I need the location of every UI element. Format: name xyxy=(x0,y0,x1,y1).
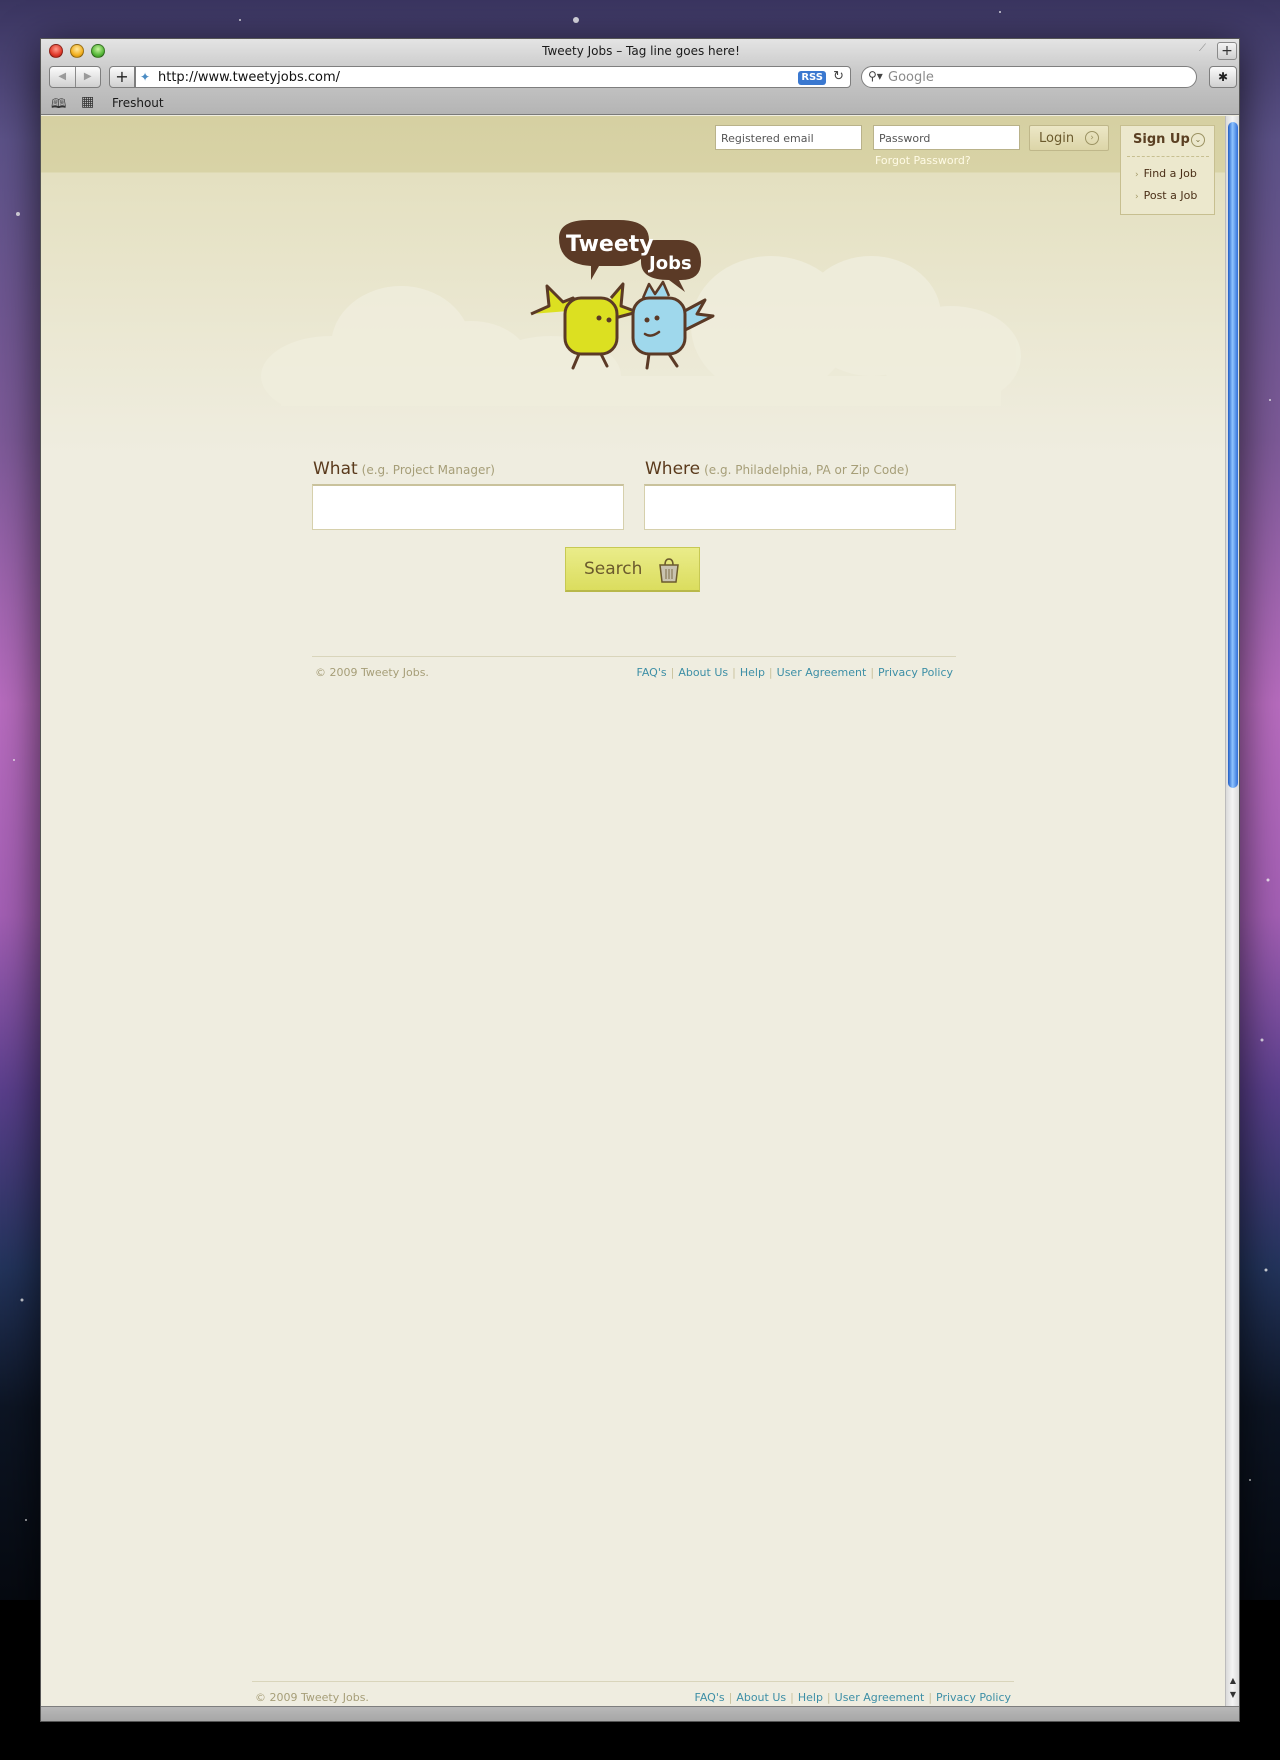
browser-search-field[interactable]: ⚲▾ Google xyxy=(861,66,1197,88)
where-label-text: Where xyxy=(645,459,701,479)
footer-separator: | xyxy=(732,666,736,679)
top-sites-grid-icon[interactable]: ▦ xyxy=(81,94,94,110)
browser-window: Tweety Jobs – Tag line goes here! ⟋ + ◀ … xyxy=(40,38,1240,1722)
scroll-down-arrow-icon[interactable]: ▼ xyxy=(1226,1690,1239,1704)
login-button[interactable]: Login › xyxy=(1029,125,1109,151)
what-hint: (e.g. Project Manager) xyxy=(361,463,495,477)
add-bookmark-icon[interactable]: + xyxy=(109,66,135,88)
address-bar[interactable]: ✦ http://www.tweetyjobs.com/ RSS ↻ xyxy=(135,66,851,88)
signup-divider xyxy=(1127,156,1209,157)
footer-copyright: © 2009 Tweety Jobs. xyxy=(315,666,429,679)
footer-link-privacy-policy[interactable]: Privacy Policy xyxy=(936,1691,1011,1704)
footer-link-faqs[interactable]: FAQ's xyxy=(695,1691,725,1704)
resize-grip-icon: ⟋ xyxy=(1199,43,1206,54)
chevron-down-icon[interactable]: ⌄ xyxy=(1191,133,1205,147)
password-field[interactable]: Password xyxy=(873,125,1020,150)
footer-separator: | xyxy=(826,1691,831,1704)
new-tab-button[interactable]: + xyxy=(1217,42,1237,60)
footer-separator: | xyxy=(670,666,675,679)
scrollbar-thumb[interactable] xyxy=(1228,122,1238,788)
forward-icon[interactable]: ▶ xyxy=(76,67,101,87)
logo-word-jobs: Jobs xyxy=(647,253,692,274)
bug-icon[interactable]: ✱ xyxy=(1209,66,1237,88)
bookmarks-bar: 🕮 ▦ Freshout xyxy=(41,91,1239,117)
where-hint: (e.g. Philadelphia, PA or Zip Code) xyxy=(704,463,909,477)
chevron-right-icon: › xyxy=(1135,192,1139,202)
navigation-toolbar: ◀ ▶ + ✦ http://www.tweetyjobs.com/ RSS ↻… xyxy=(41,63,1239,91)
footer-link-user-agreement[interactable]: User Agreement xyxy=(835,1691,925,1704)
where-input[interactable] xyxy=(644,484,956,530)
footer-links: FAQ's | About Us | Help | User Agreement | Priva… xyxy=(637,666,953,679)
back-icon[interactable]: ◀ xyxy=(50,67,76,87)
search-icon[interactable]: ⚲▾ xyxy=(868,69,883,83)
footer-link-help[interactable]: Help xyxy=(798,1691,823,1704)
footer: © 2009 Tweety Jobs. FAQ's | About Us | Help |… xyxy=(312,656,956,686)
chevron-right-icon: › xyxy=(1135,170,1139,180)
what-label: What (e.g. Project Manager) xyxy=(313,459,495,479)
tweety-jobs-logo[interactable]: Tweety Jobs xyxy=(529,218,747,388)
web-page: Registered email Password Forgot Passwor… xyxy=(41,116,1227,1706)
rss-badge[interactable]: RSS xyxy=(798,71,826,85)
footer-separator: | xyxy=(790,1691,794,1704)
arrow-right-icon: › xyxy=(1085,131,1099,145)
footer-link-about-us[interactable]: About Us xyxy=(736,1691,786,1704)
browser-search-placeholder: Google xyxy=(888,70,934,85)
browser-chrome: Tweety Jobs – Tag line goes here! ⟋ + ◀ … xyxy=(41,39,1239,117)
signup-button[interactable]: Sign Up xyxy=(1133,132,1190,147)
footer-bottom: © 2009 Tweety Jobs. FAQ's | About Us | Help |… xyxy=(252,1681,1014,1706)
footer-separator: | xyxy=(928,1691,933,1704)
signup-find-job-link[interactable]: › Find a Job xyxy=(1135,167,1197,180)
search-button-label: Search xyxy=(584,559,643,579)
footer-link-about-us[interactable]: About Us xyxy=(678,666,728,679)
search-button[interactable]: Search xyxy=(565,547,700,592)
signup-post-job-link[interactable]: › Post a Job xyxy=(1135,189,1197,202)
reload-icon[interactable]: ↻ xyxy=(833,69,844,84)
back-forward-buttons: ◀ ▶ xyxy=(49,66,101,88)
footer-link-help[interactable]: Help xyxy=(740,666,765,679)
what-input[interactable] xyxy=(312,484,624,530)
site-favicon-icon: ✦ xyxy=(140,70,151,84)
signup-item-label: Find a Job xyxy=(1143,167,1197,180)
login-label: Login xyxy=(1039,131,1075,146)
footer-link-user-agreement[interactable]: User Agreement xyxy=(777,666,867,679)
scroll-up-arrow-icon[interactable]: ▲ xyxy=(1226,1676,1239,1690)
footer-separator: | xyxy=(768,666,773,679)
what-label-text: What xyxy=(313,459,358,479)
forgot-password-link[interactable]: Forgot Password? xyxy=(875,154,971,167)
footer-link-faqs[interactable]: FAQ's xyxy=(637,666,667,679)
footer-copyright: © 2009 Tweety Jobs. xyxy=(255,1691,369,1704)
window-title: Tweety Jobs – Tag line goes here! xyxy=(542,44,740,58)
footer-separator: | xyxy=(728,1691,733,1704)
bookmark-item-freshout[interactable]: Freshout xyxy=(112,96,164,110)
shopping-bag-icon xyxy=(659,558,679,583)
footer-links: FAQ's | About Us | Help | User Agreement | Priva… xyxy=(695,1691,1011,1704)
signup-menu: Sign Up ⌄ › Find a Job › Post a Job xyxy=(1120,125,1215,215)
email-field[interactable]: Registered email xyxy=(715,125,862,150)
bookmarks-book-icon[interactable]: 🕮 xyxy=(51,95,66,117)
signup-item-label: Post a Job xyxy=(1143,189,1198,202)
vertical-scrollbar[interactable]: ▲ ▼ xyxy=(1225,116,1239,1706)
title-bar: Tweety Jobs – Tag line goes here! ⟋ + xyxy=(41,39,1239,63)
footer-separator: | xyxy=(870,666,875,679)
status-bar xyxy=(41,1706,1239,1721)
where-label: Where (e.g. Philadelphia, PA or Zip Code) xyxy=(645,459,909,479)
logo-word-tweety: Tweety xyxy=(566,232,654,257)
url-text[interactable]: http://www.tweetyjobs.com/ xyxy=(158,70,340,85)
footer-link-privacy-policy[interactable]: Privacy Policy xyxy=(878,666,953,679)
